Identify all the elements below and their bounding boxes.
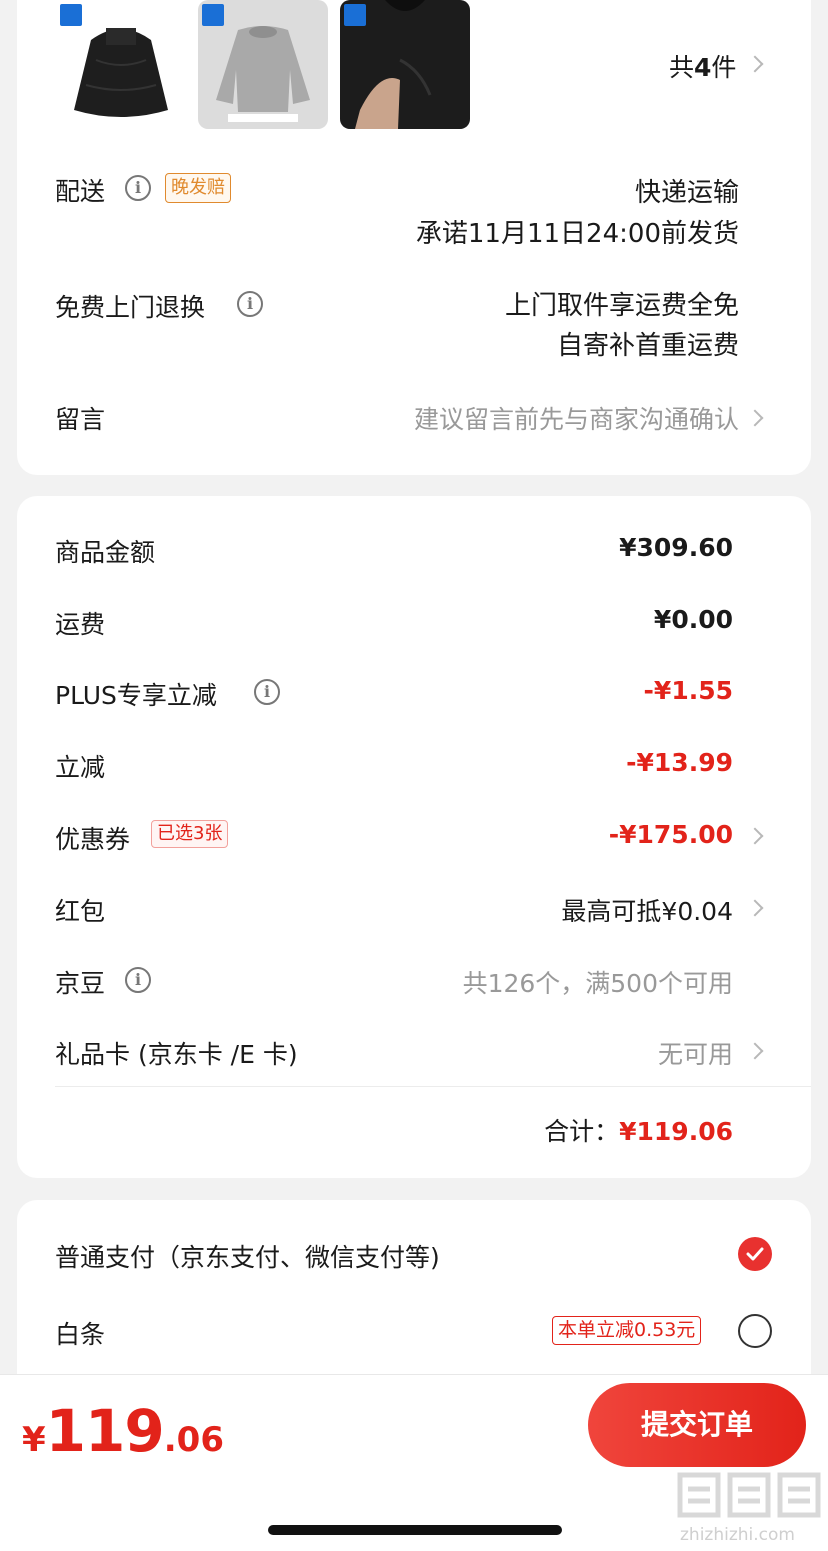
order-total-value: ¥119.06 [619, 1117, 733, 1146]
late-compensation-tag: 晚发赔 [165, 173, 231, 203]
brand-logo [202, 4, 224, 26]
plus-discount-value: -¥1.55 [643, 676, 733, 705]
goods-amount-value: ¥309.60 [619, 533, 733, 562]
plus-discount-label: PLUS专享立减 [55, 681, 217, 710]
unchecked-circle-icon[interactable] [738, 1314, 772, 1348]
watermark-logo [676, 1469, 822, 1529]
product-thumb-mockneck[interactable] [340, 0, 470, 129]
brand-logo [60, 4, 82, 26]
coupon-value[interactable]: -¥175.00 [609, 820, 733, 849]
coupon-label: 优惠券 [55, 825, 131, 854]
amount-integer: 119 [45, 1397, 165, 1465]
red-packet-label: 红包 [55, 897, 106, 926]
watermark-text: zhizhizhi.com [680, 1525, 795, 1545]
product-thumb-sweater[interactable] [198, 0, 328, 129]
order-total: 合计：¥119.06 [544, 1112, 733, 1148]
chevron-right-icon [746, 1042, 764, 1060]
submit-order-button[interactable]: 提交订单 [588, 1383, 806, 1467]
shipping-value: ¥0.00 [653, 605, 733, 634]
chevron-right-icon [746, 409, 764, 427]
order-info-card: 共4件 配送 i 晚发赔 快递运输 承诺11月11日24:00前发货 免费上门退… [17, 0, 811, 475]
product-count[interactable]: 共4件 [669, 48, 736, 84]
divider [55, 1086, 811, 1087]
info-icon[interactable]: i [237, 291, 263, 317]
red-packet-value[interactable]: 最高可抵¥0.04 [561, 892, 733, 928]
info-icon[interactable]: i [125, 175, 151, 201]
delivery-method: 快递运输 [634, 178, 739, 208]
chevron-right-icon [746, 827, 764, 845]
return-line1: 上门取件享运费全免 [504, 291, 739, 321]
chevron-right-icon [746, 55, 764, 73]
message-input[interactable]: 建议留言前先与商家沟通确认 [414, 400, 739, 436]
info-icon[interactable]: i [125, 967, 151, 993]
info-icon[interactable]: i [254, 679, 280, 705]
brand-logo [344, 4, 366, 26]
gift-card-value[interactable]: 无可用 [658, 1035, 733, 1071]
return-line2: 自寄补首重运费 [556, 331, 739, 361]
gift-card-label: 礼品卡 (京东卡 /E 卡) [55, 1040, 298, 1069]
message-label: 留言 [55, 405, 106, 434]
baitiao-promo-tag: 本单立减0.53元 [552, 1316, 702, 1345]
normal-payment-label[interactable]: 普通支付（京东支付、微信支付等) [55, 1238, 440, 1274]
shipping-label: 运费 [55, 610, 106, 639]
instant-discount-value: -¥13.99 [626, 748, 733, 777]
order-total-label: 合计： [544, 1117, 620, 1146]
jd-beans-label: 京豆 [55, 969, 106, 998]
chevron-right-icon [746, 899, 764, 917]
delivery-promise: 承诺11月11日24:00前发货 [415, 219, 739, 249]
payable-amount: ¥119.06 [22, 1397, 224, 1465]
checkout-bar: ¥119.06 提交订单 zhizhizhi.com [0, 1374, 828, 1551]
goods-amount-label: 商品金额 [55, 538, 156, 567]
price-summary-card: 商品金额 ¥309.60 运费 ¥0.00 PLUS专享立减 i -¥1.55 … [17, 496, 811, 1178]
amount-decimal: .06 [163, 1420, 224, 1460]
jd-beans-value: 共126个，满500个可用 [462, 969, 733, 998]
instant-discount-label: 立减 [55, 753, 106, 782]
home-indicator [268, 1525, 562, 1535]
checked-circle-icon[interactable] [738, 1237, 772, 1271]
baitiao-label[interactable]: 白条 [55, 1315, 105, 1351]
currency-symbol: ¥ [22, 1420, 46, 1460]
product-thumb-jacket[interactable] [56, 0, 186, 129]
free-return-label: 免费上门退换 [55, 293, 206, 322]
coupon-selected-tag: 已选3张 [151, 820, 229, 848]
delivery-label: 配送 [55, 177, 106, 206]
